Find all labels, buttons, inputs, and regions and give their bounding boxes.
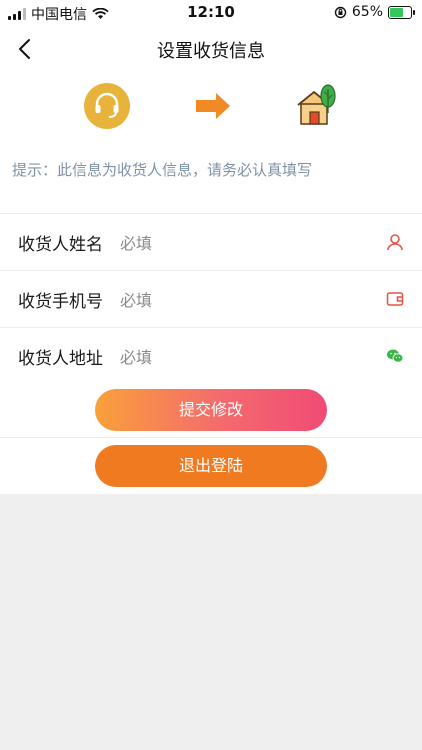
wallet-icon <box>386 292 404 306</box>
status-bar: 中国电信 12:10 65% <box>0 0 422 26</box>
receiver-name-input[interactable] <box>118 224 362 262</box>
submit-button[interactable]: 提交修改 <box>95 389 327 431</box>
navigation-bar: 设置收货信息 <box>0 26 422 71</box>
receiver-phone-label: 收货手机号 <box>18 292 103 312</box>
page-title: 设置收货信息 <box>157 41 265 62</box>
wechat-icon <box>387 349 404 363</box>
tip-section: 提示：此信息为收货人信息，请务必认真填写 <box>0 141 422 213</box>
orientation-lock-icon <box>334 6 347 18</box>
receiver-address-input[interactable] <box>118 338 362 376</box>
receiver-address-label: 收货人地址 <box>18 349 103 369</box>
receiver-form: 收货人姓名 收货手机号 收货人地址 <box>0 213 422 385</box>
receiver-name-label: 收货人姓名 <box>18 235 103 255</box>
button-area: 提交修改 退出登陆 <box>0 382 422 494</box>
logout-button[interactable]: 退出登陆 <box>95 445 327 487</box>
house-icon <box>297 84 336 125</box>
form-row-phone: 收货手机号 <box>0 271 422 328</box>
person-icon <box>387 234 403 251</box>
tip-text: 提示：此信息为收货人信息，请务必认真填写 <box>12 161 313 179</box>
battery-icon <box>388 5 415 19</box>
battery-percent: 65% <box>351 4 383 20</box>
form-row-name: 收货人姓名 <box>0 214 422 271</box>
status-right: 65% <box>334 4 415 20</box>
flow-banner <box>0 71 422 142</box>
divider <box>0 437 422 438</box>
form-row-address: 收货人地址 <box>0 328 422 385</box>
arrow-right-icon <box>196 93 230 119</box>
receiver-phone-input[interactable] <box>118 281 362 319</box>
customer-service-icon <box>84 83 130 129</box>
